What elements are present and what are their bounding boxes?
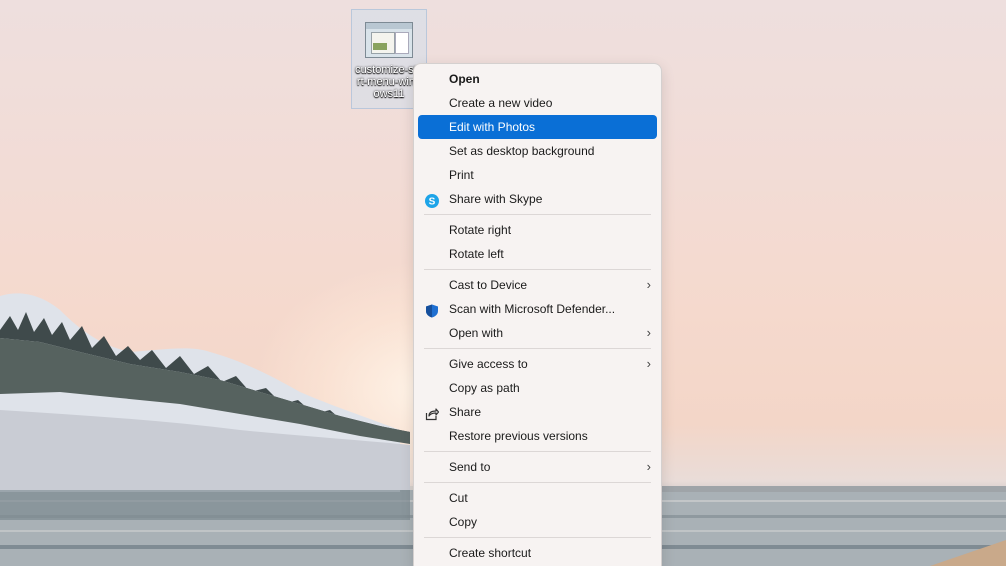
menu-item-label: Copy [449, 515, 478, 529]
menu-item-open-with[interactable]: Open with › [418, 321, 657, 345]
chevron-right-icon: › [646, 356, 651, 371]
menu-item-scan-with-microsoft-defender[interactable]: Scan with Microsoft Defender... [418, 297, 657, 321]
menu-item-copy[interactable]: Copy [418, 510, 657, 534]
svg-text:S: S [429, 197, 436, 208]
menu-item-copy-as-path[interactable]: Copy as path [418, 376, 657, 400]
menu-item-set-as-desktop-background[interactable]: Set as desktop background [418, 139, 657, 163]
menu-item-label: Scan with Microsoft Defender... [449, 302, 616, 316]
menu-item-label: Rotate right [449, 223, 512, 237]
image-thumbnail [365, 22, 413, 58]
menu-item-label: Give access to [449, 357, 528, 371]
menu-item-share-with-skype[interactable]: S Share with Skype [418, 187, 657, 211]
menu-item-label: Restore previous versions [449, 429, 588, 443]
menu-separator [424, 482, 651, 483]
chevron-right-icon: › [646, 459, 651, 474]
menu-separator [424, 348, 651, 349]
menu-item-label: Set as desktop background [449, 144, 595, 158]
menu-item-label: Rotate left [449, 247, 504, 261]
menu-item-label: Share [449, 405, 482, 419]
menu-item-create-shortcut[interactable]: Create shortcut [418, 541, 657, 565]
skype-icon: S [425, 192, 439, 208]
chevron-right-icon: › [646, 277, 651, 292]
menu-item-share[interactable]: Share [418, 400, 657, 424]
menu-item-label: Cast to Device [449, 278, 528, 292]
menu-item-label: Print [449, 168, 474, 182]
menu-separator [424, 451, 651, 452]
menu-separator [424, 269, 651, 270]
menu-item-label: Create shortcut [449, 546, 532, 560]
menu-item-label: Copy as path [449, 381, 520, 395]
menu-item-cast-to-device[interactable]: Cast to Device › [418, 273, 657, 297]
menu-item-label: Create a new video [449, 96, 553, 110]
menu-item-rotate-right[interactable]: Rotate right [418, 218, 657, 242]
menu-separator [424, 537, 651, 538]
share-icon [425, 405, 440, 421]
menu-item-label: Share with Skype [449, 192, 543, 206]
defender-shield-icon [425, 302, 439, 318]
menu-item-label: Edit with Photos [449, 120, 536, 134]
menu-item-label: Open with [449, 326, 504, 340]
menu-item-cut[interactable]: Cut [418, 486, 657, 510]
menu-item-print[interactable]: Print [418, 163, 657, 187]
menu-item-label: Send to [449, 460, 491, 474]
menu-item-create-a-new-video[interactable]: Create a new video [418, 91, 657, 115]
menu-item-restore-previous-versions[interactable]: Restore previous versions [418, 424, 657, 448]
menu-item-send-to[interactable]: Send to › [418, 455, 657, 479]
menu-item-label: Cut [449, 491, 468, 505]
desktop[interactable]: customize-start-menu-windows11 Open Creat… [0, 0, 1006, 566]
menu-item-rotate-left[interactable]: Rotate left [418, 242, 657, 266]
context-menu: Open Create a new video Edit with Photos Se… [413, 63, 662, 566]
menu-item-open[interactable]: Open [418, 67, 657, 91]
menu-item-label: Open [449, 72, 480, 86]
menu-item-give-access-to[interactable]: Give access to › [418, 352, 657, 376]
chevron-right-icon: › [646, 325, 651, 340]
menu-separator [424, 214, 651, 215]
menu-item-edit-with-photos[interactable]: Edit with Photos [418, 115, 657, 139]
